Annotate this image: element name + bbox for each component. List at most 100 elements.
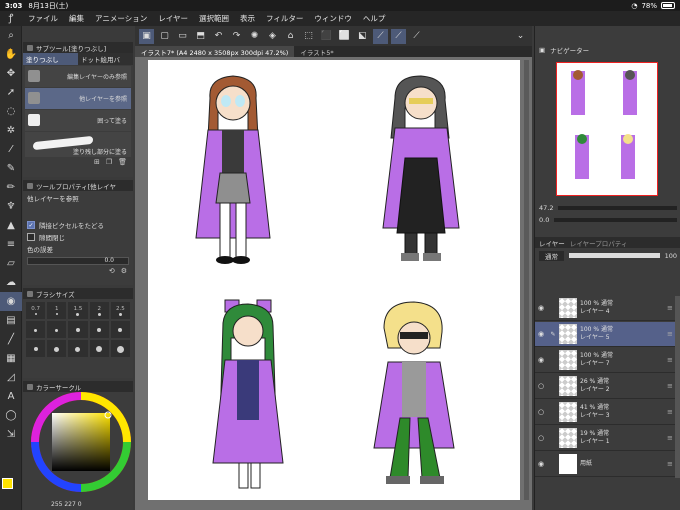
invert-icon[interactable]: ⬕ [355,29,370,44]
delete-subtool-icon[interactable]: 🗑 [118,158,127,168]
color-wheel[interactable] [23,392,133,502]
drag-handle-icon[interactable]: ≡ [667,408,675,416]
drag-handle-icon[interactable]: ≡ [667,330,675,338]
eraser-tool-icon[interactable]: ▱ [0,254,22,273]
drag-handle-icon[interactable]: ≡ [667,460,675,468]
eye-icon[interactable]: ◉ [535,304,547,312]
subtool-item-refer-other-layers[interactable]: 他レイヤーを参照 [25,88,131,109]
subtool-item-enclose-fill[interactable]: 囲って塗る [25,110,131,131]
tab-dot-fill[interactable]: ドット絵用バ [78,53,133,65]
clear-icon[interactable]: ⌂ [283,29,298,44]
undo-icon[interactable]: ↶ [211,29,226,44]
magic-wand-icon[interactable]: ✲ [0,121,22,140]
drag-handle-icon[interactable]: ≡ [667,382,675,390]
trace-adjacent-row[interactable]: ✓ 隣接ピクセルをたどる [23,219,133,231]
canvas-paper[interactable] [148,60,520,500]
tab-layer[interactable]: レイヤー [539,238,565,248]
eye-icon[interactable]: ◉ [535,356,547,364]
hand-tool-icon[interactable]: ✋ [0,45,22,64]
balloon-tool-icon[interactable]: ◯ [0,406,22,425]
menu-help[interactable]: ヘルプ [363,13,386,24]
copy-subtool-icon[interactable]: ❐ [106,158,112,168]
layer-row[interactable]: ◉ 100 % 通常 レイヤー 4 ≡ [535,296,675,321]
menu-filter[interactable]: フィルター [266,13,303,24]
canvas-scrollbar[interactable] [524,60,529,500]
eye-icon[interactable]: ◉ [535,460,547,468]
brush-size-cell[interactable] [68,340,88,357]
menu-file[interactable]: ファイル [28,13,58,24]
eye-icon[interactable]: ◉ [535,330,547,338]
menu-window[interactable]: ウィンドウ [314,13,352,24]
eye-hidden-icon[interactable]: ○ [535,434,547,442]
opacity-slider[interactable] [569,253,660,258]
brush-size-cell[interactable] [47,321,67,338]
subtool-item-paint-unfilled[interactable]: 塗り残し部分に塗る [25,132,131,157]
lasso-tool-icon[interactable]: ◌ [0,102,22,121]
ruler-tool-icon[interactable]: ◿ [0,368,22,387]
zoom-tool-icon[interactable]: ⌕ [0,26,22,45]
tolerance-slider[interactable]: 0.0 [27,257,129,265]
add-subtool-icon[interactable]: ⊞ [94,158,100,168]
subtool-item-edit-layer-only[interactable]: 編集レイヤーのみ参照 [25,66,131,87]
eyedropper-icon[interactable]: ⁄ [0,140,22,159]
decoration-tool-icon[interactable]: ≡ [0,235,22,254]
deselect-icon[interactable]: ⬜ [337,29,352,44]
open-icon[interactable]: ▭ [175,29,190,44]
tab-layer-property[interactable]: レイヤープロパティ [570,238,628,248]
move-tool-icon[interactable]: ✥ [0,64,22,83]
layer-row[interactable]: ○ 26 % 通常 レイヤー 2 ≡ [535,374,675,399]
brush-size-cell[interactable]: 1 [47,302,67,319]
redo-icon[interactable]: ↷ [229,29,244,44]
close-gap-row[interactable]: 隙間閉じ [23,231,133,243]
brush-size-cell[interactable] [110,321,130,338]
text-tool-icon[interactable]: A [0,387,22,406]
blend-mode-select[interactable]: 通常 [539,250,564,261]
chevron-down-icon[interactable]: ⌄ [513,29,528,44]
menu-selection[interactable]: 選択範囲 [199,13,229,24]
brush-size-cell[interactable] [26,340,46,357]
brush-size-cell[interactable] [110,340,130,357]
close-gap-checkbox[interactable] [27,233,35,241]
document-tab-illust7[interactable]: イラスト7* (A4 2480 x 3508px 300dpi 47.2%) [135,46,295,57]
trace-adjacent-checkbox[interactable]: ✓ [27,221,35,229]
brush-tool-icon[interactable]: ♆ [0,197,22,216]
transform-icon[interactable]: ⬚ [301,29,316,44]
selection-icon[interactable]: ⬛ [319,29,334,44]
brush-size-cell[interactable]: 2.5 [110,302,130,319]
angle-slider[interactable] [554,217,677,222]
correct-line-icon[interactable]: ⇲ [0,425,22,444]
layer-row[interactable]: ◉ ✎ 100 % 通常 レイヤー 5 ≡ [535,322,675,347]
menu-animation[interactable]: アニメーション [95,13,147,24]
navigator-preview[interactable] [556,62,658,196]
brush-size-cell[interactable] [26,321,46,338]
snap-grid-icon[interactable]: ⟋ [409,29,424,44]
reset-icon[interactable]: ⟲ [109,267,115,275]
save-icon[interactable]: ⬒ [193,29,208,44]
brush-size-cell[interactable] [47,340,67,357]
operation-tool-icon[interactable]: ➚ [0,83,22,102]
brush-size-cell[interactable] [68,321,88,338]
new-file-icon[interactable]: ▢ [157,29,172,44]
brush-size-cell[interactable]: 2 [89,302,109,319]
snap-special-ruler-icon[interactable]: ⟋ [391,28,406,44]
pen-tool-icon[interactable]: ✎ [0,159,22,178]
layer-row[interactable]: ◉ 用紙 ≡ [535,452,675,477]
menu-view[interactable]: 表示 [240,13,255,24]
pencil-tool-icon[interactable]: ✏ [0,178,22,197]
zoom-slider[interactable] [558,205,677,210]
brush-size-cell[interactable]: 0.7 [26,302,46,319]
layer-row[interactable]: ◉ 100 % 通常 レイヤー 7 ≡ [535,348,675,373]
eye-hidden-icon[interactable]: ○ [535,408,547,416]
eye-hidden-icon[interactable]: ○ [535,382,547,390]
airbrush-tool-icon[interactable]: ▲ [0,216,22,235]
canvas-menu-icon[interactable]: ▣ [139,28,154,44]
snap-ruler-icon[interactable]: ⟋ [373,28,388,44]
layer-row[interactable]: ○ 19 % 通常 レイヤー 1 ≡ [535,426,675,451]
layer-row[interactable]: ○ 41 % 通常 レイヤー 3 ≡ [535,400,675,425]
frame-tool-icon[interactable]: ▦ [0,349,22,368]
gradient-tool-icon[interactable]: ▤ [0,311,22,330]
loading-icon[interactable]: ✺ [247,29,262,44]
fill-tool-icon[interactable]: ◉ [0,292,22,311]
main-color-swatch[interactable] [2,478,13,489]
settings-icon[interactable]: ⚙ [121,267,127,275]
